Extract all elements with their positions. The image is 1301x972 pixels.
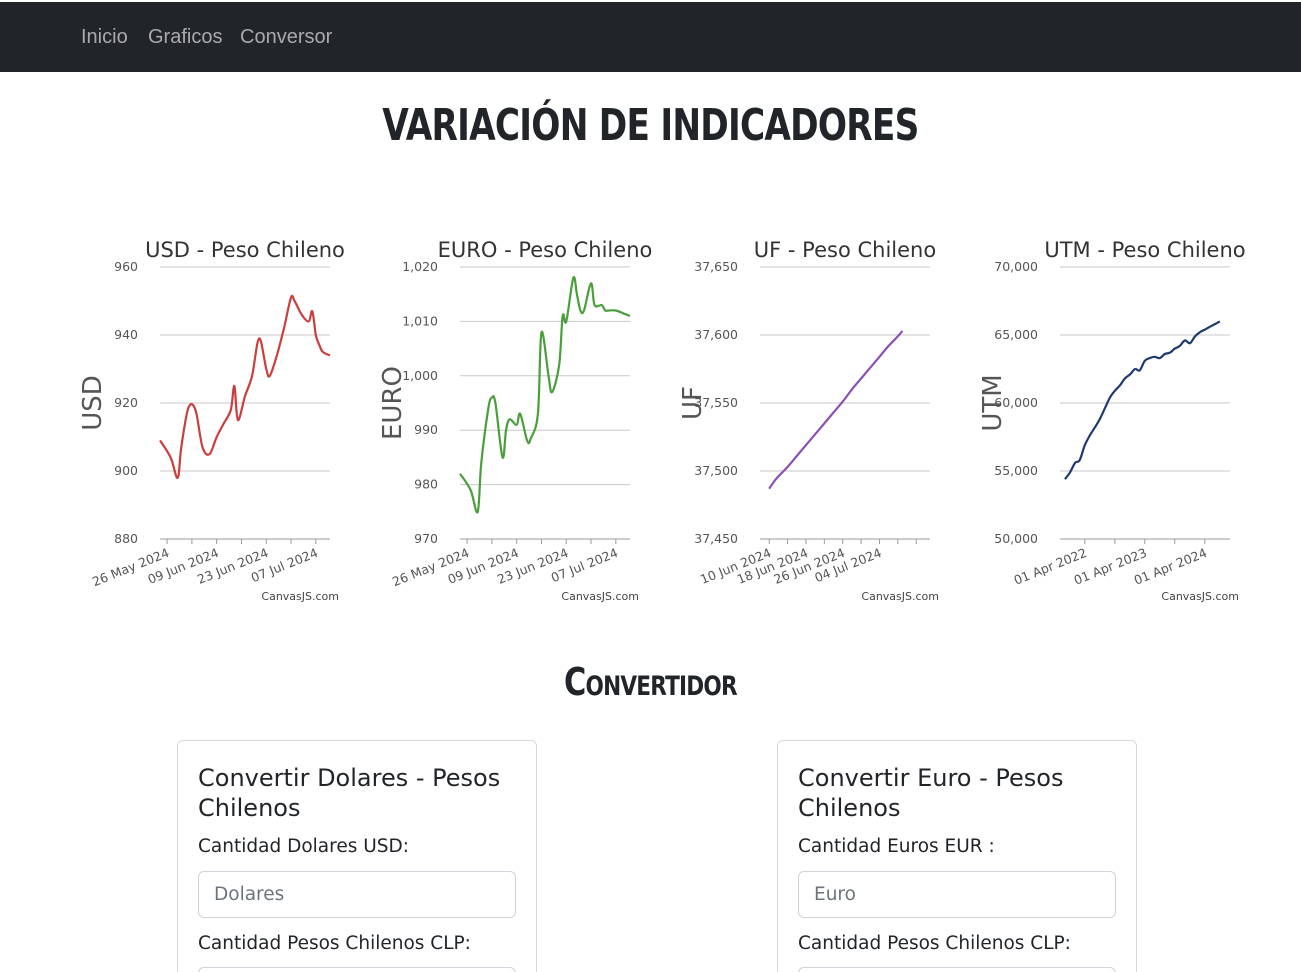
card-convert-eur: Convertir Euro - Pesos Chilenos Cantidad… — [777, 740, 1137, 972]
chart-euro-svg: EURO - Peso ChilenoEURO9709809901,0001,0… — [378, 238, 653, 603]
card-title-usd: Convertir Dolares - Pesos Chilenos — [198, 764, 501, 822]
eur-amount-input[interactable] — [798, 871, 1116, 918]
y-tick-label: 1,000 — [402, 368, 438, 383]
y-tick-label: 60,000 — [994, 395, 1038, 410]
chart-utm-svg: UTM - Peso ChilenoUTM50,00055,00060,0006… — [978, 238, 1246, 603]
page-title: VARIACIÓN DE INDICADORES — [382, 100, 919, 151]
series-line — [459, 275, 631, 514]
y-tick-label: 900 — [114, 463, 138, 478]
nav-conversor[interactable]: Conversor — [240, 26, 332, 49]
nav-graficos[interactable]: Graficos — [148, 26, 222, 49]
chart-euro: EURO - Peso Chileno EURO 970 980 990 1,000 1,0… — [360, 232, 660, 612]
y-tick-label: 37,600 — [694, 327, 738, 342]
usd-amount-input[interactable] — [198, 871, 516, 918]
navbar: Inicio Graficos Conversor — [0, 0, 1301, 72]
nav-inicio[interactable]: Inicio — [81, 26, 128, 49]
y-tick-label: 70,000 — [994, 259, 1038, 274]
y-tick-label: 65,000 — [994, 327, 1038, 342]
usd-amount-label: Cantidad Dolares USD: — [198, 836, 409, 857]
y-tick-label: 920 — [114, 395, 138, 410]
series-line — [768, 330, 904, 490]
series-line — [1064, 320, 1221, 480]
card-title-eur: Convertir Euro - Pesos Chilenos — [798, 764, 1064, 822]
canvasjs-credit: CanvasJS.com — [561, 590, 639, 603]
chart-uf-svg: UF - Peso ChilenoUF37,45037,50037,55037,… — [678, 238, 939, 603]
y-tick-label: 970 — [414, 531, 438, 546]
chart-title: UF - Peso Chileno — [754, 238, 936, 262]
y-tick-label: 37,450 — [694, 531, 738, 546]
y-tick-label: 37,550 — [694, 395, 738, 410]
y-tick-label: 980 — [414, 477, 438, 492]
canvasjs-credit: CanvasJS.com — [861, 590, 939, 603]
series-line — [159, 294, 331, 479]
y-tick-label: 37,650 — [694, 259, 738, 274]
y-tick-label: 990 — [414, 422, 438, 437]
eur-clp-label: Cantidad Pesos Chilenos CLP: — [798, 933, 1071, 954]
chart-usd: USD - Peso Chileno USD 880 900 920 940 960 26 M… — [60, 232, 360, 612]
chart-uf: UF - Peso Chileno UF 37,450 37,500 37,550 37,… — [660, 232, 960, 612]
y-tick-label: 1,010 — [402, 313, 438, 328]
chart-usd-svg: USD - Peso ChilenoUSD88090092094096026 M… — [78, 238, 345, 603]
chart-utm: UTM - Peso Chileno UTM 50,000 55,000 60,000 6… — [960, 232, 1260, 612]
chart-title: UTM - Peso Chileno — [1044, 238, 1245, 262]
chart-title: USD - Peso Chileno — [145, 238, 345, 262]
section-title-convertidor: Convertidor — [564, 660, 738, 704]
y-tick-label: 960 — [114, 259, 138, 274]
eur-amount-label: Cantidad Euros EUR : — [798, 836, 995, 857]
canvasjs-credit: CanvasJS.com — [1161, 590, 1239, 603]
y-tick-label: 55,000 — [994, 463, 1038, 478]
canvasjs-credit: CanvasJS.com — [261, 590, 339, 603]
y-tick-label: 880 — [114, 531, 138, 546]
eur-clp-input[interactable] — [798, 967, 1116, 972]
usd-clp-input[interactable] — [198, 967, 516, 972]
y-tick-label: 940 — [114, 327, 138, 342]
card-convert-usd: Convertir Dolares - Pesos Chilenos Canti… — [177, 740, 537, 972]
y-tick-label: 37,500 — [694, 463, 738, 478]
y-tick-label: 1,020 — [402, 259, 438, 274]
usd-clp-label: Cantidad Pesos Chilenos CLP: — [198, 933, 471, 954]
chart-title: EURO - Peso Chileno — [438, 238, 653, 262]
y-axis-label: USD — [78, 375, 108, 431]
y-tick-label: 50,000 — [994, 531, 1038, 546]
